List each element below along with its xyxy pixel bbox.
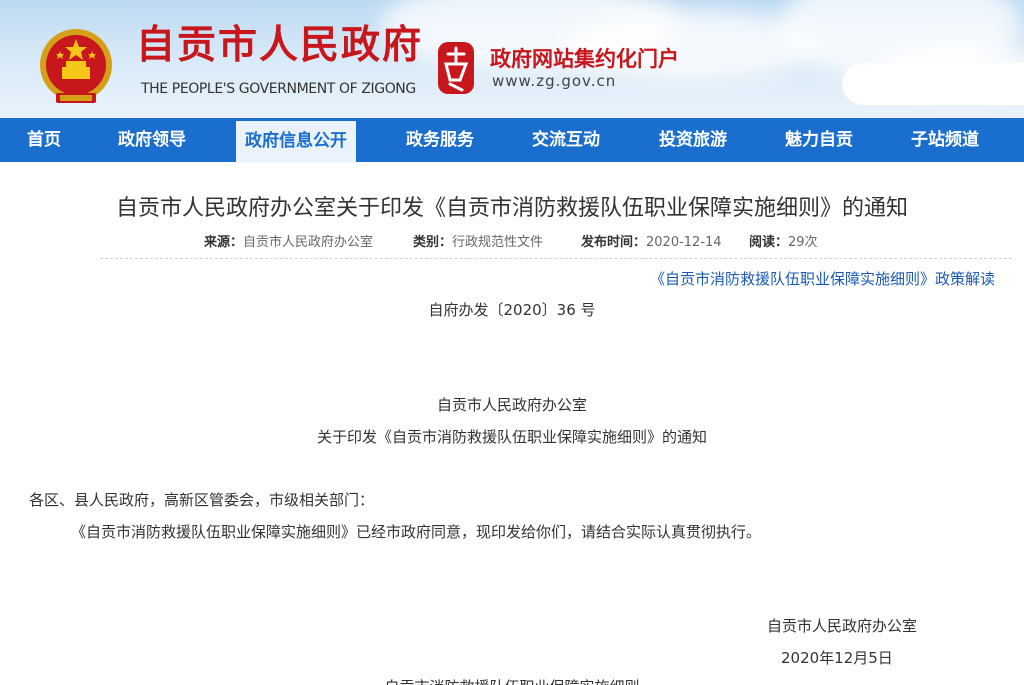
doc-number: 自府办发〔2020〕36 号 xyxy=(428,301,596,319)
portal-url[interactable]: www.zg.gov.cn xyxy=(492,72,616,90)
attachment-title: 自贡市消防救援队伍职业保障实施细则 xyxy=(0,676,1024,685)
portal-title: 政府网站集约化门户 xyxy=(490,47,679,71)
nav-item-leaders[interactable]: 政府领导 xyxy=(100,118,204,162)
search-input[interactable] xyxy=(842,63,1024,105)
nav-item-info-disclosure[interactable]: 政府信息公开 xyxy=(236,121,356,162)
doc-sign-date: 2020年12月5日 xyxy=(781,649,893,667)
policy-interpretation-link[interactable]: 《自贡市消防救援队伍职业保障实施细则》政策解读 xyxy=(650,268,995,289)
nav-item-interaction[interactable]: 交流互动 xyxy=(514,118,618,162)
meta-source-label: 来源： xyxy=(204,235,244,250)
nav-item-charm[interactable]: 魅力自贡 xyxy=(767,118,871,162)
meta-source-value: 自贡市人民政府办公室 xyxy=(243,235,374,250)
doc-body-paragraph: 《自贡市消防救援队伍职业保障实施细则》已经市政府同意，现印发给你们，请结合实际认… xyxy=(71,523,762,541)
meta-views-label: 阅读： xyxy=(749,235,789,250)
national-emblem-icon xyxy=(40,29,112,103)
meta-views-value: 29次 xyxy=(788,235,818,250)
doc-signature: 自贡市人民政府办公室 xyxy=(767,617,918,635)
nav-item-investment[interactable]: 投资旅游 xyxy=(641,118,745,162)
doc-subject: 关于印发《自贡市消防救援队伍职业保障实施细则》的通知 xyxy=(316,428,707,446)
site-title: 自贡市人民政府 xyxy=(136,22,424,68)
zigong-logo-icon xyxy=(438,42,474,94)
main-nav: 首页 政府领导 政府信息公开 政务服务 交流互动 投资旅游 魅力自贡 子站频道 xyxy=(0,118,1024,162)
meta-category: 类别：行政规范性文件 xyxy=(413,231,543,250)
meta-date-value: 2020-12-14 xyxy=(646,235,722,250)
doc-recipients: 各区、县人民政府，高新区管委会，市级相关部门： xyxy=(29,491,375,509)
nav-item-subsites[interactable]: 子站频道 xyxy=(893,118,997,162)
site-header: 自贡市人民政府 THE PEOPLE'S GOVERNMENT OF ZIGON… xyxy=(0,0,1024,118)
page-title: 自贡市人民政府办公室关于印发《自贡市消防救援队伍职业保障实施细则》的通知 xyxy=(115,196,908,221)
meta-category-label: 类别： xyxy=(413,235,453,250)
divider xyxy=(100,258,1012,259)
site-subtitle: THE PEOPLE'S GOVERNMENT OF ZIGONG xyxy=(141,81,416,97)
meta-views: 阅读：29次 xyxy=(749,231,818,250)
meta-date: 发布时间：2020-12-14 xyxy=(581,231,722,250)
meta-category-value: 行政规范性文件 xyxy=(452,235,544,250)
nav-item-home[interactable]: 首页 xyxy=(0,118,88,162)
nav-item-services[interactable]: 政务服务 xyxy=(388,118,492,162)
doc-issuer: 自贡市人民政府办公室 xyxy=(436,396,587,414)
meta-date-label: 发布时间： xyxy=(581,235,647,250)
meta-source: 来源：自贡市人民政府办公室 xyxy=(204,231,373,250)
